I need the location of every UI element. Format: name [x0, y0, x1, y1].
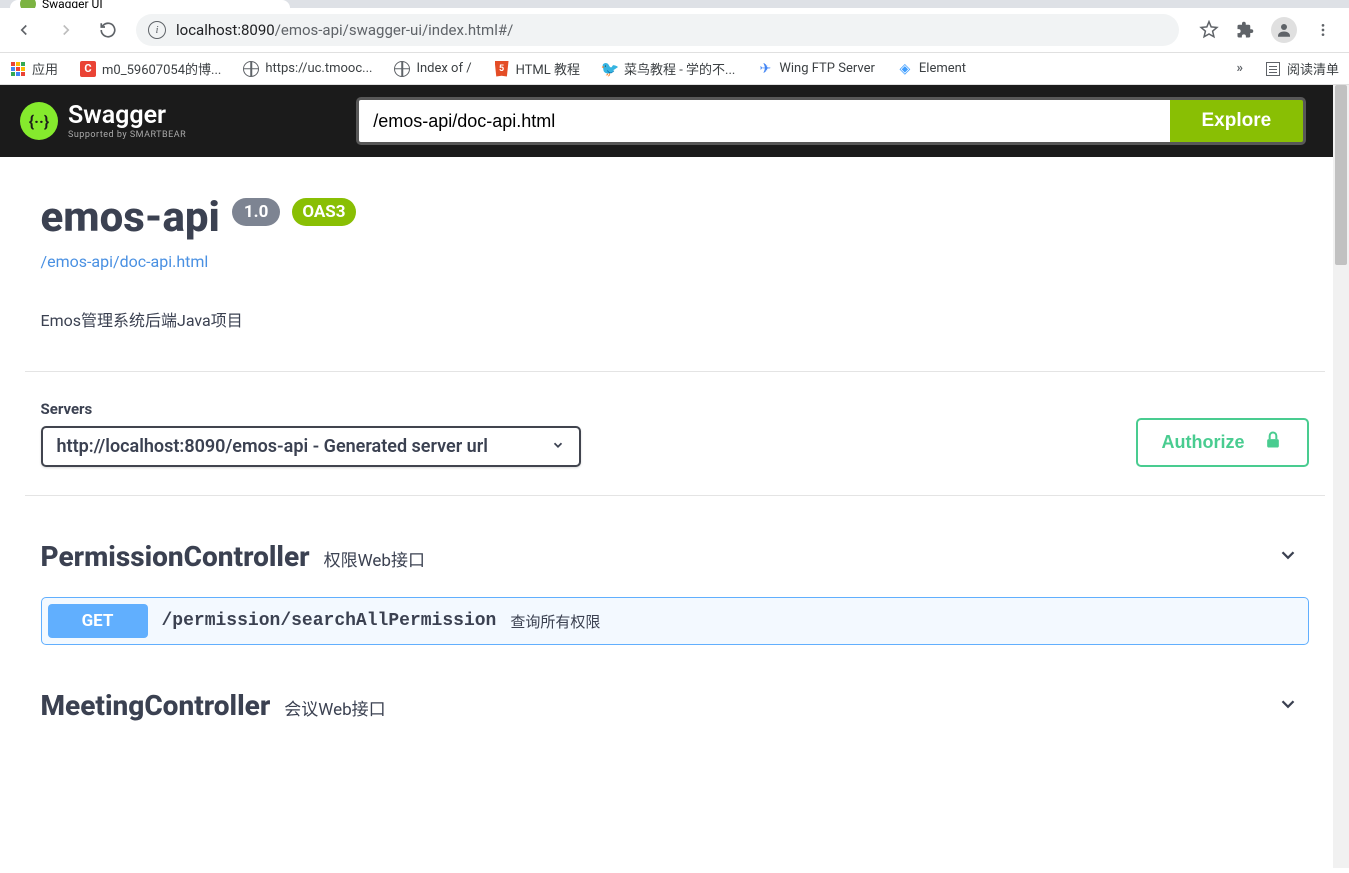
bookmark-label: 菜鸟教程 - 学的不...	[624, 59, 735, 78]
forward-button[interactable]	[52, 16, 80, 44]
servers-label: Servers	[41, 400, 581, 418]
bird-icon: 🐦	[602, 61, 618, 77]
endpoint-path: /permission/searchAllPermission	[162, 611, 497, 631]
controller-desc: 权限Web接口	[324, 546, 425, 571]
bookmark-item[interactable]: C m0_59607054的博...	[80, 59, 221, 78]
controller-desc: 会议Web接口	[284, 695, 385, 720]
tab-title: Swagger UI	[42, 0, 103, 8]
server-selected: http://localhost:8090/emos-api - Generat…	[57, 436, 535, 457]
bookmark-item[interactable]: ◈ Element	[897, 61, 966, 77]
lock-icon	[1263, 430, 1283, 455]
wing-icon: ✈	[757, 61, 773, 77]
http-method-badge: GET	[48, 604, 148, 638]
tab-favicon	[20, 0, 36, 8]
site-info-icon[interactable]: i	[148, 21, 166, 39]
globe-icon	[243, 61, 259, 77]
bookmark-item[interactable]: ✈ Wing FTP Server	[757, 61, 875, 77]
back-button[interactable]	[10, 16, 38, 44]
controller-name: PermissionController	[41, 540, 310, 573]
bookmark-label: HTML 教程	[516, 59, 580, 78]
bookmark-label: Element	[919, 61, 966, 76]
bookmark-item[interactable]: 🐦 菜鸟教程 - 学的不...	[602, 59, 735, 78]
chevron-down-icon	[1277, 693, 1299, 720]
endpoint-desc: 查询所有权限	[510, 611, 600, 632]
extensions-icon[interactable]	[1235, 20, 1255, 40]
bookmark-label: 应用	[32, 59, 58, 78]
bookmark-item[interactable]: https://uc.tmooc...	[243, 61, 372, 77]
bookmark-label: Wing FTP Server	[779, 61, 875, 76]
profile-icon[interactable]	[1271, 17, 1297, 43]
swagger-logo-icon: {··}	[20, 102, 58, 140]
bookmark-apps[interactable]: 应用	[10, 59, 58, 78]
reading-list-icon	[1265, 61, 1281, 77]
chevron-down-icon	[1277, 544, 1299, 571]
browser-tab-strip: Swagger UI	[0, 0, 1349, 8]
bookmark-label: m0_59607054的博...	[102, 59, 221, 78]
authorize-label: Authorize	[1162, 432, 1245, 453]
browser-toolbar: i localhost:8090/emos-api/swagger-ui/ind…	[0, 8, 1349, 53]
version-badge: 1.0	[232, 198, 280, 226]
api-spec-link[interactable]: /emos-api/doc-api.html	[41, 252, 209, 271]
globe-icon	[394, 61, 410, 77]
api-description: Emos管理系统后端Java项目	[41, 307, 1309, 331]
bookmark-label: Index of /	[416, 61, 471, 76]
reading-list-label: 阅读清单	[1287, 59, 1339, 78]
scrollbar-thumb[interactable]	[1335, 85, 1347, 265]
star-icon[interactable]	[1199, 20, 1219, 40]
authorize-button[interactable]: Authorize	[1136, 418, 1309, 467]
server-select[interactable]: http://localhost:8090/emos-api - Generat…	[41, 426, 581, 467]
url-text: localhost:8090/emos-api/swagger-ui/index…	[176, 21, 513, 39]
controller-header-meeting[interactable]: MeetingController 会议Web接口	[41, 689, 1309, 722]
explore-button[interactable]: Explore	[1170, 97, 1307, 145]
controller-header-permission[interactable]: PermissionController 权限Web接口	[41, 540, 1309, 573]
divider	[25, 495, 1325, 496]
csdn-icon: C	[80, 61, 96, 77]
bookmark-more[interactable]: »	[1230, 61, 1249, 76]
oas-badge: OAS3	[292, 198, 355, 226]
api-title: emos-api	[41, 193, 220, 242]
bookmark-label: https://uc.tmooc...	[265, 61, 372, 76]
endpoint-row[interactable]: GET /permission/searchAllPermission 查询所有…	[41, 597, 1309, 645]
element-icon: ◈	[897, 61, 913, 77]
bookmark-item[interactable]: 5 HTML 教程	[494, 59, 580, 78]
menu-icon[interactable]	[1313, 20, 1333, 40]
reload-button[interactable]	[94, 16, 122, 44]
url-bar[interactable]: i localhost:8090/emos-api/swagger-ui/ind…	[136, 14, 1179, 46]
controller-name: MeetingController	[41, 689, 271, 722]
chevron-down-icon	[551, 438, 565, 456]
swagger-logo-subtitle: Supported by SMARTBEAR	[68, 130, 186, 140]
swagger-topbar: {··} Swagger Supported by SMARTBEAR Expl…	[0, 85, 1349, 157]
swagger-logo: {··} Swagger Supported by SMARTBEAR	[20, 102, 186, 140]
browser-tab[interactable]: Swagger UI	[10, 0, 290, 8]
bookmark-item[interactable]: Index of /	[394, 61, 471, 77]
swagger-logo-text: Swagger	[68, 103, 186, 128]
bookmarks-bar: 应用 C m0_59607054的博... https://uc.tmooc..…	[0, 53, 1349, 85]
apps-icon	[10, 61, 26, 77]
swagger-spec-input[interactable]	[356, 97, 1169, 145]
html5-icon: 5	[494, 61, 510, 77]
reading-list[interactable]: 阅读清单	[1265, 59, 1339, 78]
scrollbar[interactable]	[1333, 85, 1349, 868]
